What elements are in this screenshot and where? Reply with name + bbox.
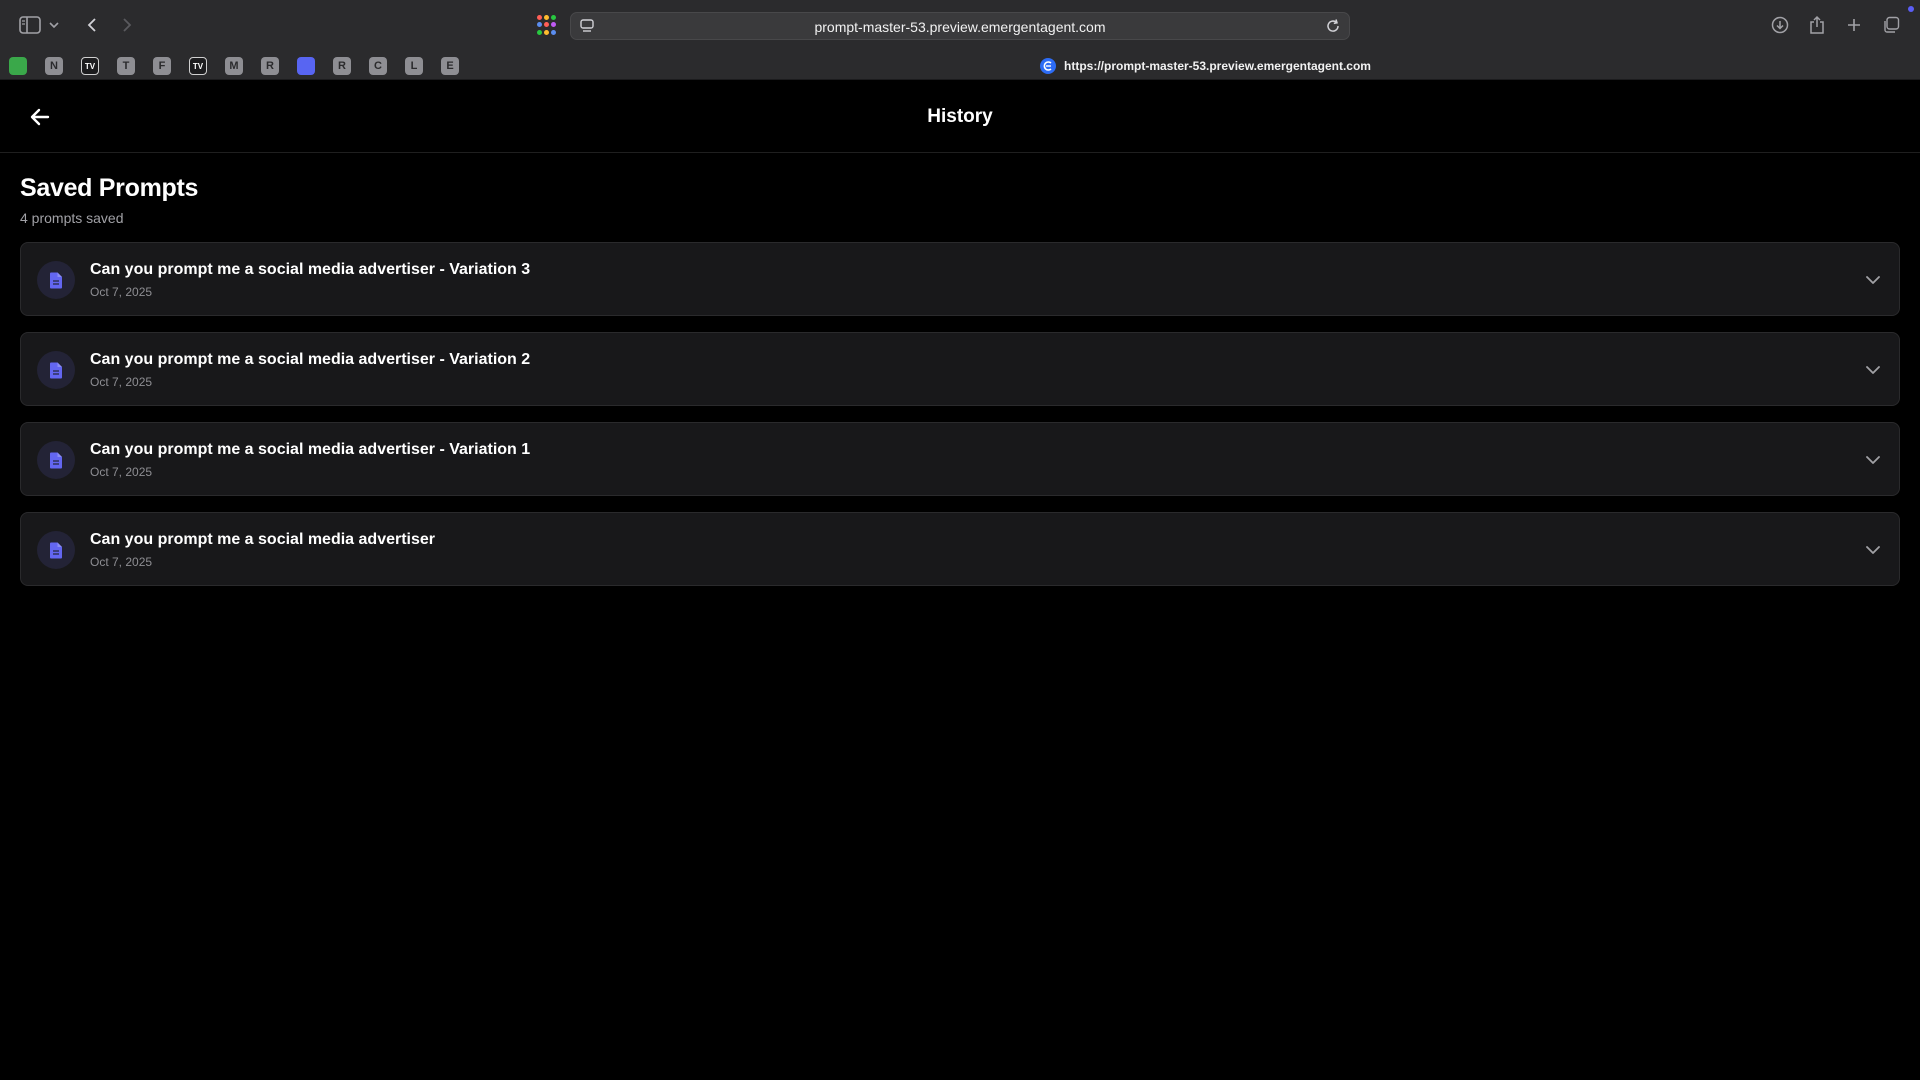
tab-overview-icon[interactable] bbox=[1879, 13, 1903, 37]
reload-icon[interactable] bbox=[1325, 18, 1341, 39]
bookmark-l[interactable]: L bbox=[405, 57, 423, 75]
active-tab[interactable]: https://prompt-master-53.preview.emergen… bbox=[1040, 56, 1371, 76]
address-bar[interactable]: prompt-master-53.preview.emergentagent.c… bbox=[570, 12, 1350, 40]
active-tab-url: https://prompt-master-53.preview.emergen… bbox=[1064, 59, 1371, 73]
prompt-card[interactable]: Can you prompt me a social media adverti… bbox=[20, 512, 1900, 586]
bookmark-t[interactable]: T bbox=[117, 57, 135, 75]
bookmark-r[interactable]: R bbox=[261, 57, 279, 75]
bookmark-tv[interactable]: TV bbox=[81, 57, 99, 75]
prompt-list: Can you prompt me a social media adverti… bbox=[20, 242, 1900, 602]
bookmark-favicon-icon[interactable] bbox=[9, 57, 27, 75]
prompt-title: Can you prompt me a social media adverti… bbox=[90, 531, 436, 548]
browser-toolbar: prompt-master-53.preview.emergentagent.c… bbox=[0, 0, 1920, 50]
bookmark-discord-icon[interactable] bbox=[297, 57, 315, 75]
downloads-icon[interactable] bbox=[1768, 13, 1792, 37]
bookmark-n[interactable]: N bbox=[45, 57, 63, 75]
bookmark-c[interactable]: C bbox=[369, 57, 387, 75]
prompt-title: Can you prompt me a social media adverti… bbox=[90, 441, 531, 458]
url-text: prompt-master-53.preview.emergentagent.c… bbox=[814, 19, 1106, 35]
chevron-down-icon[interactable] bbox=[1863, 450, 1883, 470]
document-icon bbox=[37, 351, 75, 389]
bookmark-m[interactable]: M bbox=[225, 57, 243, 75]
bookmark-r-2[interactable]: R bbox=[333, 57, 351, 75]
prompt-date: Oct 7, 2025 bbox=[90, 555, 153, 569]
prompt-card[interactable]: Can you prompt me a social media adverti… bbox=[20, 422, 1900, 496]
prompt-card[interactable]: Can you prompt me a social media adverti… bbox=[20, 332, 1900, 406]
forward-nav-icon[interactable] bbox=[115, 13, 139, 37]
prompt-card[interactable]: Can you prompt me a social media adverti… bbox=[20, 242, 1900, 316]
page-title: History bbox=[927, 106, 993, 127]
notification-dot bbox=[1908, 6, 1914, 12]
document-icon bbox=[37, 261, 75, 299]
apps-grid-icon[interactable] bbox=[537, 15, 557, 35]
chevron-down-icon[interactable] bbox=[1863, 270, 1883, 290]
prompt-date: Oct 7, 2025 bbox=[90, 375, 153, 389]
site-favicon-icon bbox=[1040, 58, 1056, 74]
prompt-title: Can you prompt me a social media adverti… bbox=[90, 351, 531, 368]
section-title: Saved Prompts bbox=[20, 174, 199, 202]
app-header: History bbox=[0, 81, 1920, 153]
bookmark-e[interactable]: E bbox=[441, 57, 459, 75]
new-tab-icon[interactable] bbox=[1842, 13, 1866, 37]
document-icon bbox=[37, 531, 75, 569]
bookmark-f[interactable]: F bbox=[153, 57, 171, 75]
chevron-down-icon[interactable] bbox=[1863, 540, 1883, 560]
chevron-down-icon[interactable] bbox=[1863, 360, 1883, 380]
sidebar-toggle-icon[interactable] bbox=[18, 13, 42, 37]
prompt-date: Oct 7, 2025 bbox=[90, 285, 153, 299]
back-nav-icon[interactable] bbox=[80, 13, 104, 37]
bookmarks-bar bbox=[0, 50, 1920, 80]
chevron-down-icon[interactable] bbox=[47, 13, 61, 37]
share-icon[interactable] bbox=[1805, 13, 1829, 37]
document-icon bbox=[37, 441, 75, 479]
bookmark-tv-2[interactable]: TV bbox=[189, 57, 207, 75]
prompt-title: Can you prompt me a social media adverti… bbox=[90, 261, 531, 278]
prompt-count: 4 prompts saved bbox=[20, 210, 124, 226]
prompt-date: Oct 7, 2025 bbox=[90, 465, 153, 479]
